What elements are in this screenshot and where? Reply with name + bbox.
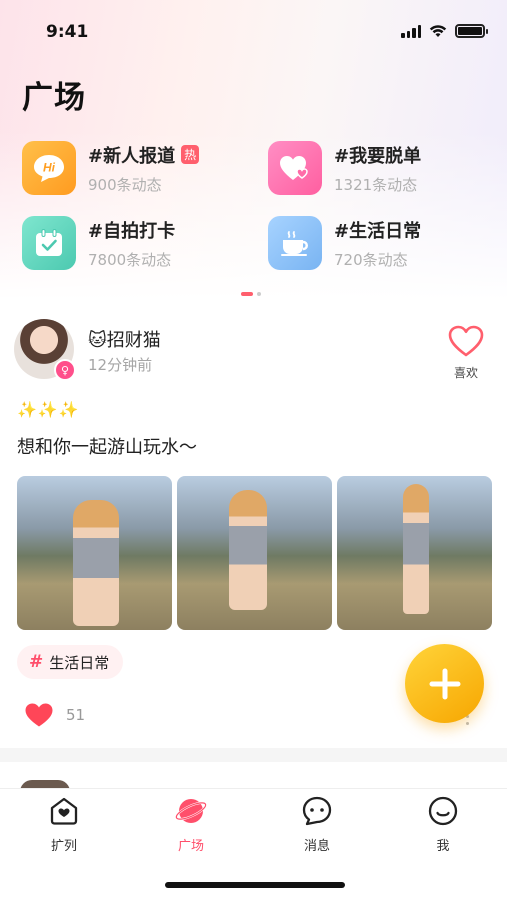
create-post-button[interactable] <box>405 644 484 723</box>
status-time: 9:41 <box>46 22 89 42</box>
tab-square[interactable]: 广场 <box>151 795 231 854</box>
tab-label: 消息 <box>303 839 330 854</box>
tab-messages[interactable]: 消息 <box>277 795 357 854</box>
like-count: 51 <box>66 706 86 724</box>
post-text: 想和你一起游山玩水～ <box>17 437 197 458</box>
topic-count: 900条动态 <box>88 175 162 194</box>
svg-text:Hi: Hi <box>43 161 56 175</box>
topic-count: 1321条动态 <box>334 175 418 194</box>
tab-me[interactable]: 我 <box>403 795 483 854</box>
like-button[interactable]: 喜欢 <box>444 324 488 381</box>
topic-name: #我要脱单 <box>334 145 422 167</box>
hot-badge: 热 <box>181 145 200 164</box>
topic-find-partner[interactable]: #我要脱单 1321条动态 <box>268 141 421 195</box>
status-bar: 9:41 <box>0 0 507 64</box>
battery-icon <box>455 24 488 38</box>
tab-label: 广场 <box>177 839 204 854</box>
tab-label: 扩列 <box>50 839 77 854</box>
calendar-check-icon <box>22 216 76 270</box>
plus-icon <box>429 668 460 699</box>
smile-face-icon <box>428 796 458 826</box>
tag-label: 生活日常 <box>49 653 110 672</box>
home-indicator <box>165 882 345 888</box>
wifi-icon <box>429 25 447 37</box>
topic-count: 7800条动态 <box>88 250 172 269</box>
post-topic-tag[interactable]: # 生活日常 <box>17 645 124 679</box>
hearts-icon <box>268 141 322 195</box>
topic-new-member[interactable]: Hi #新人报道热 900条动态 <box>22 141 200 195</box>
topic-name: #新人报道 <box>88 145 176 167</box>
like-label: 喜欢 <box>453 366 478 380</box>
coffee-cup-icon <box>268 216 322 270</box>
post-photo-3[interactable] <box>337 476 492 630</box>
topic-name: #自拍打卡 <box>88 220 176 242</box>
post-photo-1[interactable] <box>17 476 172 630</box>
page-title: 广场 <box>22 80 86 116</box>
female-gender-icon: ♀ <box>54 359 76 381</box>
topic-name: #生活日常 <box>334 220 422 242</box>
post-photo-2[interactable] <box>177 476 332 630</box>
avatar[interactable]: ♀ <box>14 319 76 381</box>
topic-selfie[interactable]: #自拍打卡 7800条动态 <box>22 216 175 270</box>
heart-filled-icon <box>25 703 53 727</box>
hashtag-icon: # <box>29 652 44 672</box>
carousel-indicator <box>241 292 261 296</box>
heart-outline-icon <box>448 325 484 357</box>
post-username[interactable]: 🐱招财猫 <box>88 326 161 352</box>
topic-daily-life[interactable]: #生活日常 720条动态 <box>268 216 421 270</box>
chat-bubble-icon <box>302 796 332 826</box>
hi-bubble-icon: Hi <box>22 141 76 195</box>
post-sparkles: ✨✨✨ <box>17 400 80 419</box>
topic-count: 720条动态 <box>334 250 408 269</box>
post-like[interactable]: 51 <box>24 702 85 728</box>
signal-icon <box>401 24 421 38</box>
home-heart-icon <box>50 797 78 825</box>
planet-icon <box>175 799 207 823</box>
post-time: 12分钟前 <box>88 356 153 374</box>
tab-kuolie[interactable]: 扩列 <box>24 795 104 854</box>
status-icons <box>401 24 488 38</box>
tab-label: 我 <box>436 839 450 854</box>
feed-separator <box>0 748 507 762</box>
